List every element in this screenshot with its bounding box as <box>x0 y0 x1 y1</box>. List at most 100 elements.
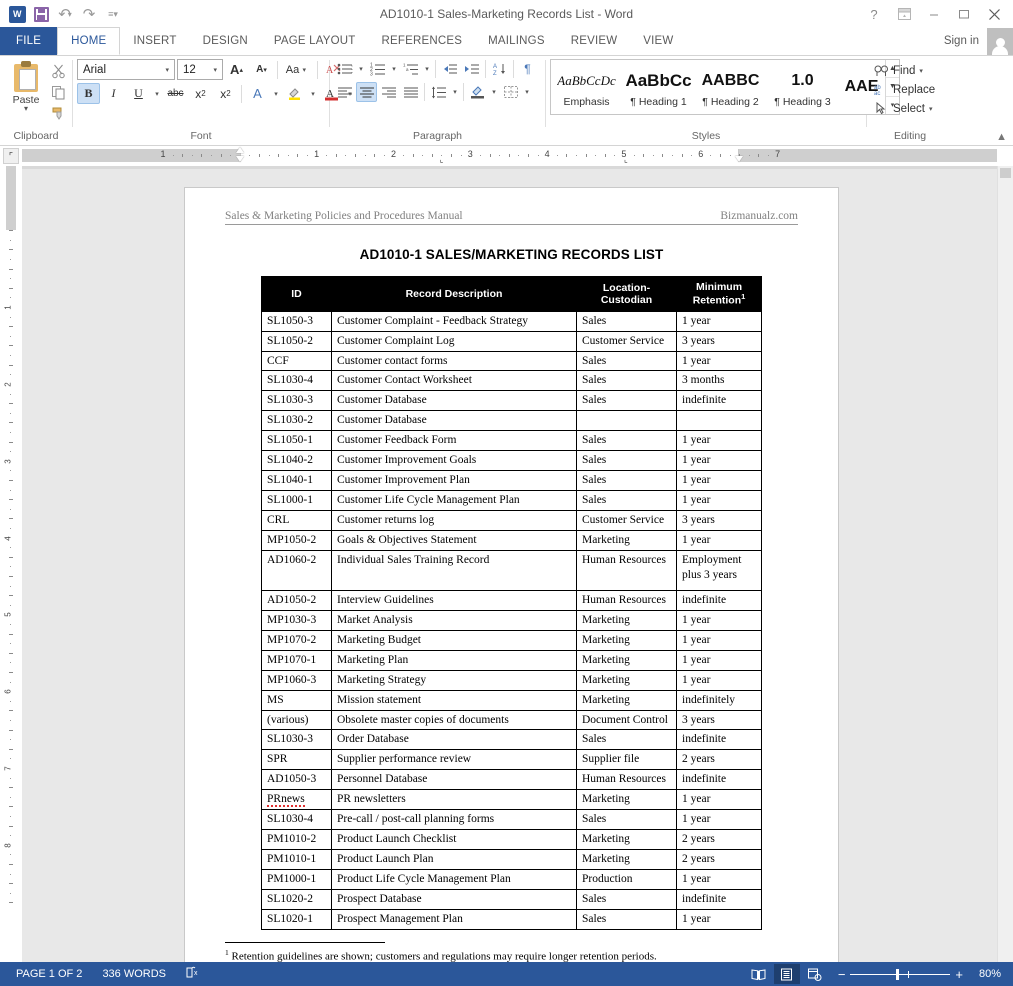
tab-stop-selector[interactable]: ⌜ <box>0 146 22 166</box>
table-row[interactable]: AD1050-2 Interview Guidelines Human Resour… <box>261 589 762 611</box>
view-web-layout-button[interactable] <box>802 964 828 984</box>
table-row[interactable]: SL1050-1 Customer Feedback Form Sales 1 yea… <box>261 430 762 452</box>
numbering-icon[interactable]: 123 <box>367 59 388 79</box>
line-spacing-icon[interactable] <box>428 82 449 102</box>
align-left-button[interactable] <box>334 82 355 102</box>
document-canvas[interactable]: Sales & Marketing Policies and Procedure… <box>22 166 1013 962</box>
table-row[interactable]: SL1020-2 Prospect Database Sales indefinite <box>261 888 762 910</box>
justify-button[interactable] <box>400 82 421 102</box>
vertical-scrollbar[interactable] <box>997 166 1013 962</box>
style-heading-2[interactable]: AABBC ¶ Heading 2 <box>695 60 767 114</box>
zoom-thumb[interactable] <box>896 968 900 980</box>
help-icon[interactable]: ? <box>859 2 889 26</box>
table-row[interactable]: PM1000-1 Product Life Cycle Management Pl… <box>261 869 762 890</box>
table-row[interactable]: CCF Customer contact forms Sales 1 year <box>261 350 762 372</box>
decrease-indent-icon[interactable] <box>439 59 460 79</box>
restore-icon[interactable] <box>949 2 979 26</box>
table-row[interactable]: SL1040-1 Customer Improvement Plan Sales 1 … <box>261 470 762 492</box>
table-row[interactable]: MP1060-3 Marketing Strategy Marketing 1 yea… <box>261 669 762 691</box>
grow-font-icon[interactable]: A ▴ <box>225 59 248 80</box>
tab-view[interactable]: VIEW <box>630 28 686 55</box>
bullets-icon[interactable] <box>334 59 355 79</box>
table-row[interactable]: PM1010-1 Product Launch Plan Marketing 2 ye… <box>261 849 762 870</box>
sort-icon[interactable]: AZ <box>489 59 510 79</box>
table-row[interactable]: (various) Obsolete master copies of docum… <box>261 709 762 731</box>
table-row[interactable]: SL1000-1 Customer Life Cycle Management P… <box>261 490 762 511</box>
underline-dropdown-icon[interactable]: ▾ <box>152 90 162 98</box>
table-row[interactable]: SL1050-3 Customer Complaint - Feedback St… <box>261 310 762 332</box>
hanging-indent-marker[interactable] <box>235 156 244 162</box>
tab-review[interactable]: REVIEW <box>558 28 631 55</box>
find-button[interactable]: Find ▾ <box>871 61 926 80</box>
zoom-out-button[interactable]: − <box>838 968 846 981</box>
table-row[interactable]: MP1030-3 Market Analysis Marketing 1 year <box>261 609 762 631</box>
tab-home[interactable]: HOME <box>57 27 121 55</box>
tab-references[interactable]: REFERENCES <box>369 28 476 55</box>
table-row[interactable]: SL1030-3 Customer Database Sales indefinite <box>261 390 762 412</box>
zoom-in-button[interactable]: + <box>955 968 963 981</box>
subscript-button[interactable]: x2 <box>189 83 212 104</box>
table-row[interactable]: SL1030-2 Customer Database <box>261 410 762 432</box>
tab-stop-marker[interactable]: ⌞ <box>624 156 628 164</box>
table-row[interactable]: PM1010-2 Product Launch Checklist Marketin… <box>261 829 762 851</box>
style-heading-3[interactable]: 1.0 ¶ Heading 3 <box>767 60 839 114</box>
show-formatting-marks-icon[interactable]: ¶ <box>517 59 538 79</box>
close-icon[interactable] <box>979 2 1009 26</box>
undo-icon[interactable]: ↶ ▾ <box>54 3 76 25</box>
page-indicator[interactable]: PAGE 1 OF 2 <box>6 968 92 980</box>
tab-design[interactable]: DESIGN <box>190 28 261 55</box>
table-row[interactable]: CRL Customer returns log Customer Service 3… <box>261 510 762 531</box>
select-button[interactable]: Select ▾ <box>871 99 935 118</box>
proofing-errors-icon[interactable]: x <box>176 966 211 982</box>
sign-in-button[interactable]: Sign in <box>944 28 987 55</box>
zoom-level[interactable]: 80% <box>973 968 1007 980</box>
align-right-button[interactable] <box>378 82 399 102</box>
vertical-scrollbar-thumb[interactable] <box>1000 168 1011 178</box>
table-row[interactable]: MS Mission statement Marketing indefinitely <box>261 689 762 711</box>
bold-button[interactable]: B <box>77 83 100 104</box>
font-name-combo[interactable]: Arial ▾ <box>77 59 175 80</box>
zoom-track[interactable] <box>850 968 951 980</box>
superscript-button[interactable]: x2 <box>214 83 237 104</box>
first-line-indent-marker[interactable] <box>235 147 244 153</box>
table-row[interactable]: SL1030-3 Order Database Sales indefinite <box>261 729 762 751</box>
right-indent-marker[interactable] <box>735 156 744 162</box>
table-row[interactable]: SPR Supplier performance review Supplier f… <box>261 749 762 771</box>
table-row[interactable]: SL1050-2 Customer Complaint Log Customer S… <box>261 330 762 352</box>
paste-button[interactable]: Paste ▾ <box>4 59 48 113</box>
style-emphasis[interactable]: AaBbCcDc Emphasis <box>551 60 623 114</box>
strikethrough-button[interactable]: abc <box>164 83 187 104</box>
document-page[interactable]: Sales & Marketing Policies and Procedure… <box>185 188 838 962</box>
cut-icon[interactable] <box>48 62 68 80</box>
table-row[interactable]: AD1060-2 Individual Sales Training Record… <box>261 549 762 591</box>
tab-file[interactable]: FILE <box>0 27 58 55</box>
tab-stop-marker[interactable]: ⌞ <box>440 156 444 164</box>
style-heading-1[interactable]: AaBbCc ¶ Heading 1 <box>623 60 695 114</box>
word-count[interactable]: 336 WORDS <box>92 968 176 980</box>
view-print-layout-button[interactable] <box>773 964 800 984</box>
table-row[interactable]: MP1070-2 Marketing Budget Marketing 1 year <box>261 629 762 651</box>
text-effects-icon[interactable]: A <box>246 83 269 104</box>
font-size-combo[interactable]: 12 ▾ <box>177 59 223 80</box>
text-highlight-color-icon[interactable] <box>283 83 306 104</box>
format-painter-icon[interactable] <box>48 104 68 122</box>
increase-indent-icon[interactable] <box>461 59 482 79</box>
shrink-font-icon[interactable]: A ▾ <box>250 59 273 80</box>
multilevel-list-icon[interactable]: 1a <box>400 59 421 79</box>
table-row[interactable]: SL1020-1 Prospect Management Plan Sales 1 y… <box>261 908 762 930</box>
table-row[interactable]: MP1050-2 Goals & Objectives Statement Mark… <box>261 529 762 551</box>
table-row[interactable]: SL1030-4 Customer Contact Worksheet Sales 3… <box>261 370 762 392</box>
collapse-ribbon-icon[interactable]: ▲ <box>996 131 1007 143</box>
tab-page-layout[interactable]: PAGE LAYOUT <box>261 28 369 55</box>
save-icon[interactable] <box>30 3 52 25</box>
minimize-icon[interactable] <box>919 2 949 26</box>
ribbon-display-options-icon[interactable] <box>889 2 919 26</box>
replace-button[interactable]: ab ac Replace <box>871 80 938 99</box>
horizontal-ruler[interactable]: 1 1 2 3 4 5 6 7 ⌞ ⌞ <box>22 146 1013 166</box>
italic-button[interactable]: I <box>102 83 125 104</box>
records-table[interactable]: ID Record Description Location- Custodian… <box>261 276 762 930</box>
copy-icon[interactable] <box>48 83 68 101</box>
view-read-mode-button[interactable] <box>746 964 772 984</box>
table-row[interactable]: MP1070-1 Marketing Plan Marketing 1 year <box>261 649 762 671</box>
zoom-slider[interactable]: − + <box>830 968 971 981</box>
